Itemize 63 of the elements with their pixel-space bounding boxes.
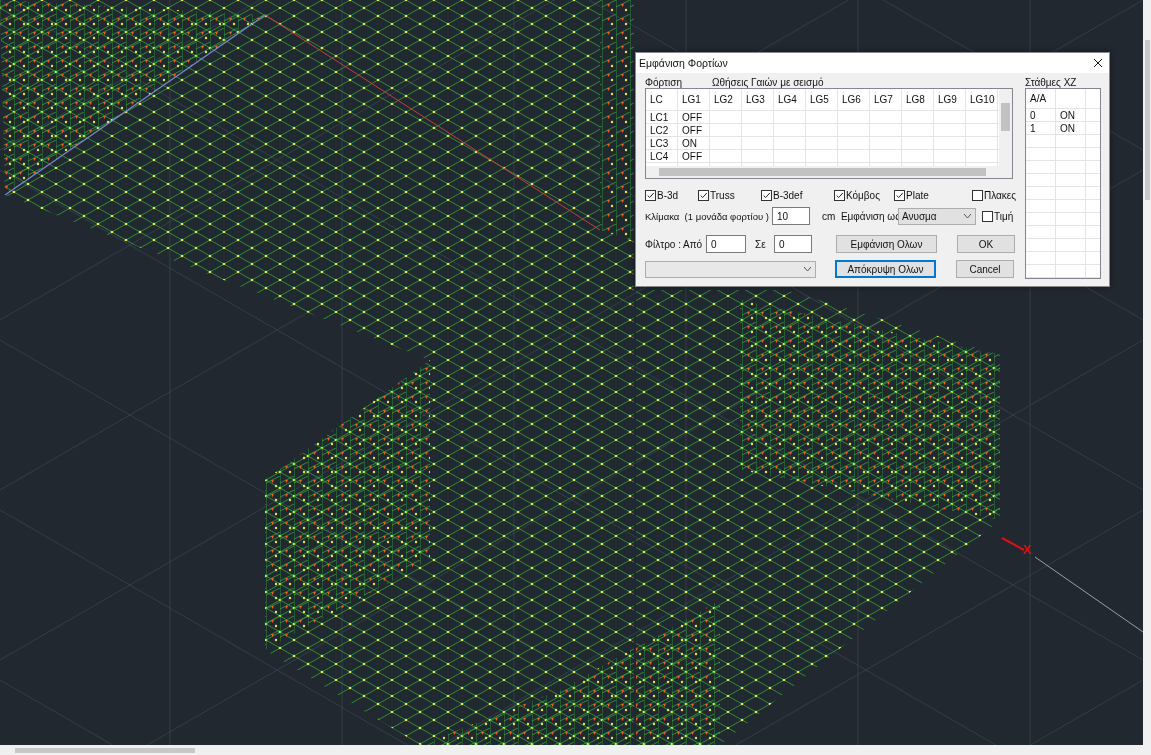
table-cell: LC2 — [650, 125, 669, 136]
column-header: LG5 — [809, 93, 830, 107]
checkbox-square[interactable] — [834, 189, 845, 201]
checkbox[interactable]: B-3def — [761, 189, 834, 201]
field-label: Σε — [755, 238, 767, 250]
caret-icon — [803, 266, 812, 272]
table-cell: 1 — [1030, 123, 1036, 134]
dialog-button[interactable]: Cancel — [956, 260, 1014, 278]
dialog-title: Εμφάνιση Φορτίων — [639, 57, 728, 69]
table-cell: ON — [1060, 110, 1075, 121]
to-input[interactable]: 0 — [774, 235, 812, 253]
dialog-button[interactable]: Εμφάνιση Ολων — [836, 235, 937, 253]
column-header: LG7 — [873, 93, 894, 107]
table-cell: 0 — [1030, 110, 1036, 121]
column-header: LG6 — [841, 93, 862, 107]
table-cell: OFF — [682, 112, 702, 123]
checkbox[interactable]: Πλακες — [972, 189, 1017, 201]
table-cell: LC4 — [650, 151, 669, 162]
close-icon[interactable] — [1093, 58, 1103, 68]
horizontal-scrollbar[interactable] — [646, 166, 1012, 178]
checkbox[interactable]: Τιμή — [981, 210, 1014, 222]
display-dropdown[interactable]: Ανυσμα — [897, 207, 976, 225]
field-label: Φίλτρο : — [645, 238, 682, 250]
checkbox[interactable]: Κόμβος — [834, 189, 894, 201]
dialog-button[interactable]: OK — [957, 235, 1015, 253]
column-header: LC — [649, 93, 664, 107]
field-label: Από — [683, 238, 704, 250]
checkbox-square[interactable] — [972, 189, 983, 201]
table-cell: ON — [1060, 123, 1075, 134]
column-header: LG4 — [777, 93, 798, 107]
axis-label: X — [1023, 542, 1032, 557]
column-header: LG3 — [745, 93, 766, 107]
column-header: LG8 — [905, 93, 926, 107]
vertical-scrollbar[interactable] — [999, 89, 1012, 166]
unit-label: cm — [821, 210, 837, 222]
checkbox-square[interactable] — [894, 189, 905, 201]
column-header: LG10 — [969, 93, 996, 107]
levels-table[interactable]: A/A 0 ON 1 ON — [1025, 88, 1101, 279]
column-header: LG9 — [937, 93, 958, 107]
caret-icon — [962, 213, 972, 219]
load-case-name: Ωθήσεις Γαιών με σεισμό — [712, 77, 824, 88]
table-cell: LC3 — [650, 138, 669, 149]
from-input[interactable]: 0 — [706, 235, 746, 253]
checkbox-square[interactable] — [698, 189, 709, 201]
checkbox-square[interactable] — [645, 189, 656, 201]
scale-input[interactable]: 10 — [771, 207, 810, 225]
panel-title: Στάθμες XZ — [1025, 77, 1077, 88]
checkbox[interactable]: Plate — [894, 189, 972, 201]
checkbox-square[interactable] — [981, 210, 993, 222]
column-header: A/A — [1030, 93, 1047, 104]
load-table[interactable]: LC LG1 LG2 LG3 LG4 LG5 LG6 LG7 LG8 LG9 LG10 LC1 OFF LC2 OFF LC3 ON LC4 OFF — [645, 88, 1013, 179]
checkbox-square[interactable] — [761, 189, 772, 201]
table-cell: OFF — [682, 151, 702, 162]
field-label: Κλίμακα (1 μονάδα φορτίου ) — [645, 210, 769, 222]
checkbox[interactable]: B-3d — [645, 189, 698, 201]
table-cell: ON — [682, 138, 697, 149]
column-header: LG2 — [713, 93, 734, 107]
table-cell: OFF — [682, 125, 702, 136]
dialog-button[interactable]: Απόκρυψη Ολων — [835, 260, 936, 278]
column-header: LG1 — [681, 93, 702, 107]
table-cell: LC1 — [650, 112, 669, 123]
field-label: Φόρτιση — [645, 77, 683, 88]
checkbox[interactable]: Truss — [698, 189, 761, 201]
